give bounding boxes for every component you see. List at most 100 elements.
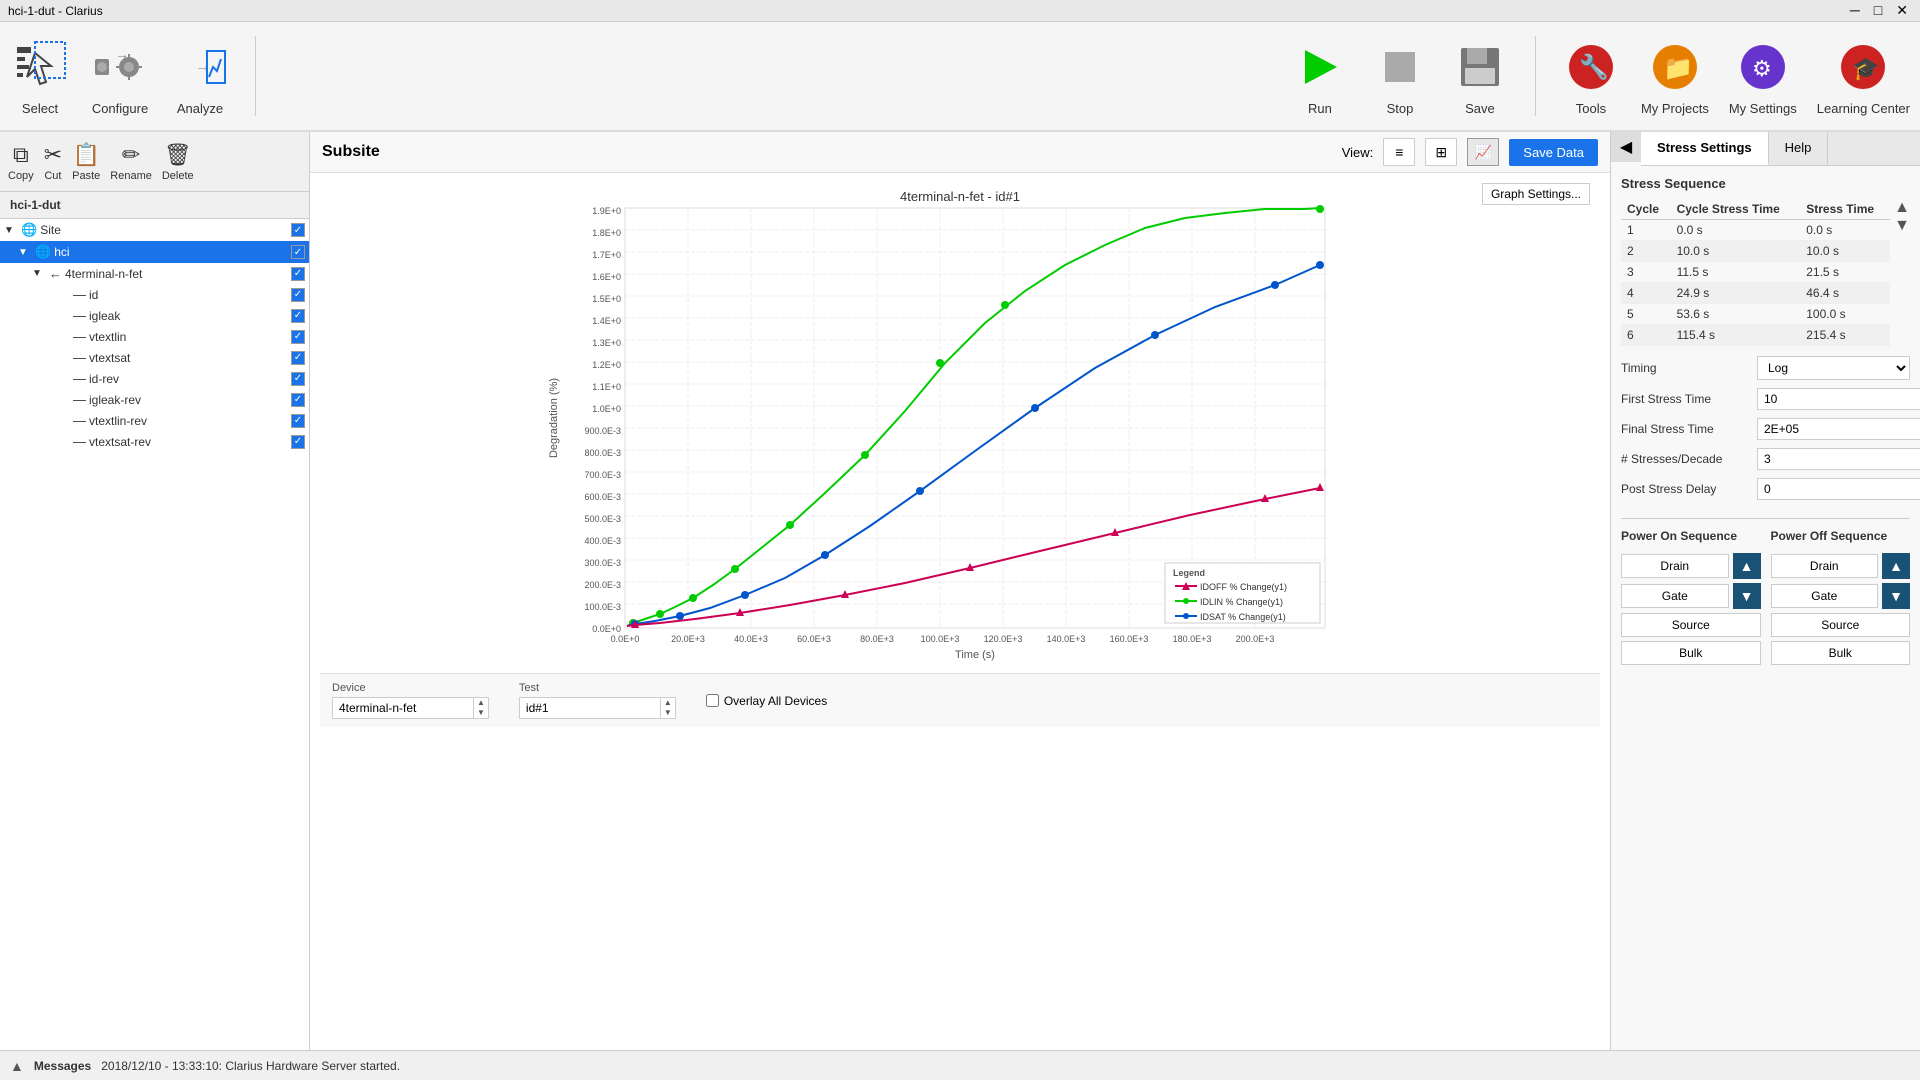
toggle-4terminal[interactable]: ▼	[32, 268, 46, 279]
final-stress-time-input[interactable]	[1758, 419, 1920, 439]
tree-item-site[interactable]: ▼ 🌐 Site ✓	[0, 219, 309, 241]
id-icon: —	[73, 287, 86, 302]
rename-button[interactable]: ✏ Rename	[110, 142, 152, 182]
test-up-arrow[interactable]: ▲	[661, 698, 675, 708]
copy-button[interactable]: ⧉ Copy	[8, 142, 34, 182]
myprojects-label: My Projects	[1641, 101, 1709, 116]
svg-text:700.0E-3: 700.0E-3	[584, 470, 621, 480]
learning-button[interactable]: 🎓 Learning Center	[1817, 37, 1910, 116]
post-stress-delay-input[interactable]	[1758, 479, 1920, 499]
tree-item-vtextlin-rev[interactable]: — vtextlin-rev ✓	[0, 410, 309, 431]
configure-button[interactable]: → Configure	[90, 37, 150, 116]
first-stress-time-input[interactable]	[1758, 389, 1920, 409]
final-stress-time-label: Final Stress Time	[1621, 422, 1751, 436]
tools-button[interactable]: 🔧 Tools	[1561, 37, 1621, 116]
overlay-checkbox-input[interactable]	[706, 694, 719, 707]
stress-settings-tab[interactable]: Stress Settings	[1641, 132, 1769, 165]
tree-item-id[interactable]: — id ✓	[0, 284, 309, 305]
site-checkbox[interactable]: ✓	[291, 223, 305, 237]
scroll-down-arrow[interactable]: ▼	[1894, 217, 1910, 235]
vtextlin-checkbox[interactable]: ✓	[291, 330, 305, 344]
toggle-site[interactable]: ▼	[4, 225, 18, 236]
hci-checkbox[interactable]: ✓	[291, 245, 305, 259]
cut-button[interactable]: ✂ Cut	[44, 142, 62, 182]
power-on-gate-down-btn[interactable]: ▼	[1733, 583, 1761, 609]
power-off-gate-down-btn[interactable]: ▼	[1882, 583, 1910, 609]
help-tab[interactable]: Help	[1769, 132, 1829, 165]
overlay-label: Overlay All Devices	[724, 694, 827, 708]
stresses-per-decade-input[interactable]	[1758, 449, 1920, 469]
delete-button[interactable]: 🗑 Delete	[162, 142, 194, 182]
stop-icon	[1370, 37, 1430, 97]
id-rev-checkbox[interactable]: ✓	[291, 372, 305, 386]
vtextsat-checkbox[interactable]: ✓	[291, 351, 305, 365]
myprojects-button[interactable]: 📁 My Projects	[1641, 37, 1709, 116]
view-grid-btn[interactable]: ⊞	[1425, 138, 1457, 166]
svg-text:1.1E+0: 1.1E+0	[592, 382, 621, 392]
view-table-btn[interactable]: ≡	[1383, 138, 1415, 166]
scroll-up-arrow[interactable]: ▲	[1894, 199, 1910, 217]
test-arrows[interactable]: ▲ ▼	[660, 698, 675, 718]
id-checkbox[interactable]: ✓	[291, 288, 305, 302]
overlay-checkbox[interactable]: Overlay All Devices	[706, 694, 827, 708]
close-btn[interactable]: ✕	[1892, 2, 1912, 19]
post-stress-delay-input-wrap[interactable]	[1757, 478, 1920, 500]
toggle-hci[interactable]: ▼	[18, 247, 32, 258]
site-label: Site	[40, 223, 291, 237]
view-chart-btn[interactable]: 📈	[1467, 138, 1499, 166]
first-stress-time-input-wrap[interactable]	[1757, 388, 1920, 410]
delete-label: Delete	[162, 170, 194, 182]
tree-item-hci[interactable]: ▼ 🌐 hci ✓	[0, 241, 309, 263]
window-controls[interactable]: ─ □ ✕	[1846, 2, 1912, 19]
vtextlin-rev-checkbox[interactable]: ✓	[291, 414, 305, 428]
svg-text:200.0E+3: 200.0E+3	[1236, 634, 1275, 644]
maximize-btn[interactable]: □	[1870, 2, 1886, 19]
right-expand-button[interactable]: ◀	[1611, 132, 1641, 162]
messages-toggle-btn[interactable]: ▲	[10, 1058, 24, 1074]
paste-button[interactable]: 📋 Paste	[72, 142, 100, 182]
tree-item-vtextlin[interactable]: — vtextlin ✓	[0, 326, 309, 347]
mysettings-button[interactable]: ⚙ My Settings	[1729, 37, 1797, 116]
device-down-arrow[interactable]: ▼	[474, 708, 488, 718]
test-down-arrow[interactable]: ▼	[661, 708, 675, 718]
svg-text:0.0E+0: 0.0E+0	[592, 624, 621, 634]
4terminal-checkbox[interactable]: ✓	[291, 267, 305, 281]
stop-button[interactable]: Stop	[1370, 37, 1430, 116]
cell-cycle-3: 3	[1621, 262, 1671, 283]
title-bar: hci-1-dut - Clarius ─ □ ✕	[0, 0, 1920, 22]
svg-text:🔧: 🔧	[1579, 52, 1609, 81]
tree-item-igleak-rev[interactable]: — igleak-rev ✓	[0, 389, 309, 410]
cell-cycle-5: 5	[1621, 304, 1671, 325]
select-button[interactable]: Select	[10, 37, 70, 116]
scroll-arrows[interactable]: ▲ ▼	[1894, 199, 1910, 235]
tree-item-4terminal[interactable]: ▼ ← 4terminal-n-fet ✓	[0, 263, 309, 284]
test-input[interactable]: ▲ ▼	[519, 697, 676, 719]
igleak-rev-checkbox[interactable]: ✓	[291, 393, 305, 407]
window-title: hci-1-dut - Clarius	[8, 4, 103, 18]
device-input-field[interactable]	[333, 699, 473, 717]
test-input-field[interactable]	[520, 699, 660, 717]
tree-item-id-rev[interactable]: — id-rev ✓	[0, 368, 309, 389]
tree-item-vtextsat-rev[interactable]: — vtextsat-rev ✓	[0, 431, 309, 452]
power-off-drain-up-btn[interactable]: ▲	[1882, 553, 1910, 579]
timing-select[interactable]: Log Linear Custom	[1757, 356, 1910, 380]
id-label: id	[89, 288, 291, 302]
save-button[interactable]: Save	[1450, 37, 1510, 116]
power-on-drain-up-btn[interactable]: ▲	[1733, 553, 1761, 579]
vtextsat-rev-checkbox[interactable]: ✓	[291, 435, 305, 449]
device-arrows[interactable]: ▲ ▼	[473, 698, 488, 718]
toolbar-sep-1	[255, 36, 256, 116]
device-input[interactable]: ▲ ▼	[332, 697, 489, 719]
graph-settings-button[interactable]: Graph Settings...	[1482, 183, 1590, 205]
save-data-button[interactable]: Save Data	[1509, 139, 1598, 166]
igleak-checkbox[interactable]: ✓	[291, 309, 305, 323]
run-button[interactable]: Run	[1290, 37, 1350, 116]
final-stress-time-input-wrap[interactable]	[1757, 418, 1920, 440]
minimize-btn[interactable]: ─	[1846, 2, 1864, 19]
tree-item-igleak[interactable]: — igleak ✓	[0, 305, 309, 326]
device-up-arrow[interactable]: ▲	[474, 698, 488, 708]
stresses-per-decade-input-wrap[interactable]	[1757, 448, 1920, 470]
svg-text:400.0E-3: 400.0E-3	[584, 536, 621, 546]
analyze-button[interactable]: → Analyze	[170, 37, 230, 116]
tree-item-vtextsat[interactable]: — vtextsat ✓	[0, 347, 309, 368]
